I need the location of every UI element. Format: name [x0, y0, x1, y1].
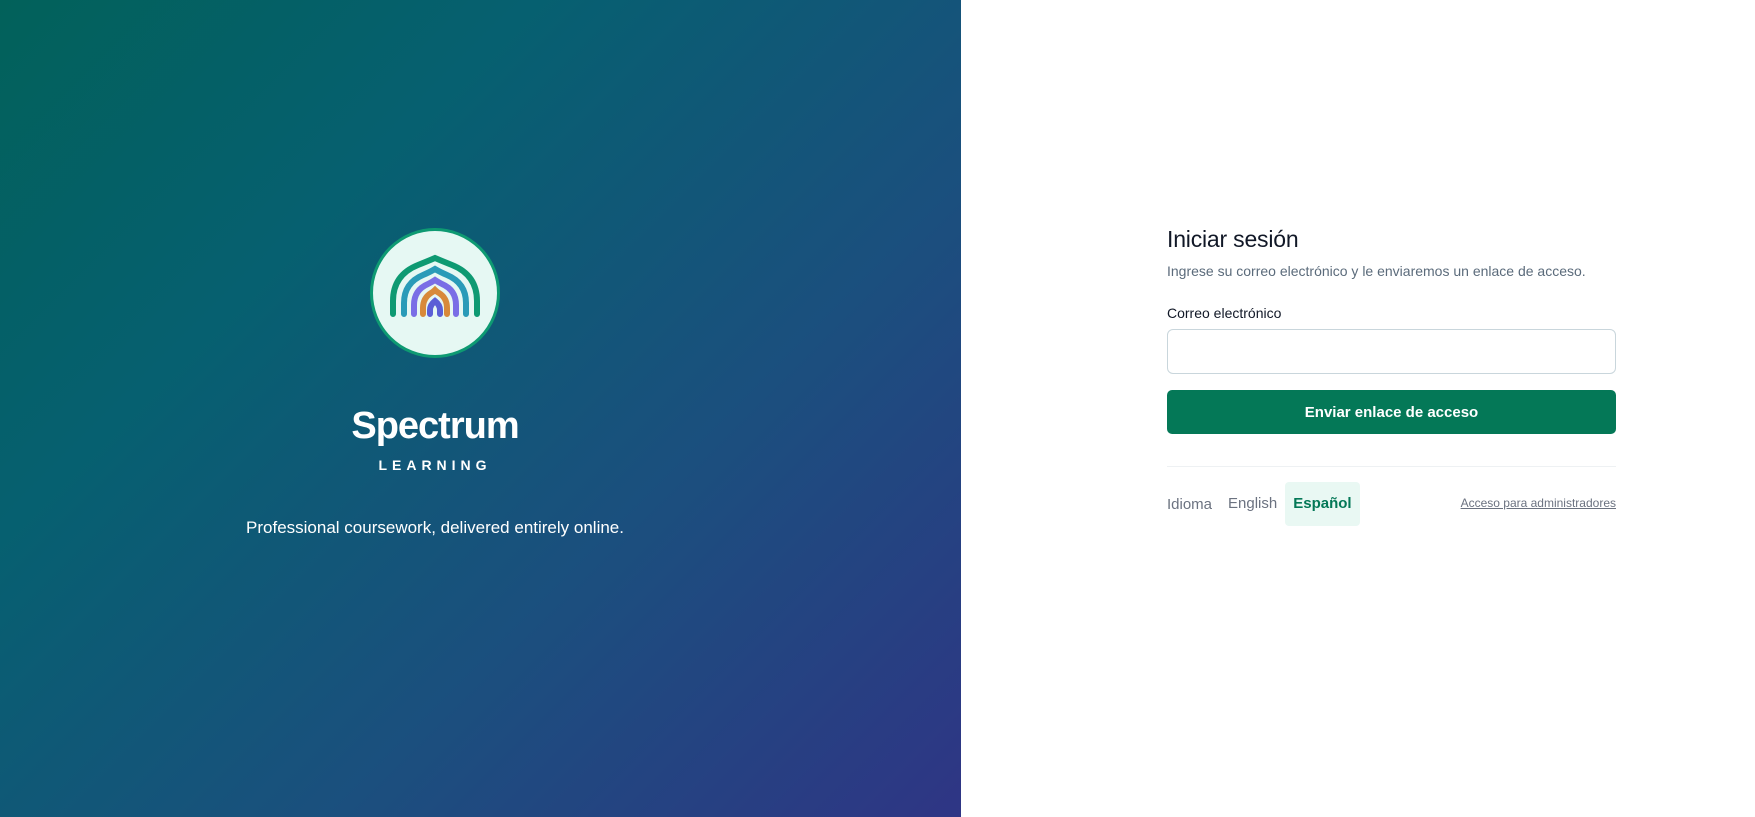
- email-field[interactable]: [1167, 329, 1616, 374]
- page-title: Iniciar sesión: [1167, 226, 1299, 252]
- logo: [370, 228, 500, 358]
- email-label: Correo electrónico: [1167, 305, 1282, 321]
- language-option-english[interactable]: English: [1220, 482, 1285, 526]
- language-option-spanish[interactable]: Español: [1285, 482, 1360, 526]
- page-subtitle: Ingrese su correo electrónico y le envia…: [1167, 263, 1586, 279]
- language-label: Idioma: [1167, 495, 1213, 513]
- admin-access-link[interactable]: Acceso para administradores: [1461, 496, 1616, 510]
- brand-name: Spectrum: [351, 405, 519, 447]
- brand-subtitle: LEARNING: [378, 457, 492, 473]
- hero-panel: Spectrum LEARNING Professional coursewor…: [0, 0, 961, 817]
- divider: [1167, 466, 1616, 467]
- rainbow-arch-icon: [390, 254, 480, 317]
- send-access-link-button[interactable]: Enviar enlace de acceso: [1167, 390, 1616, 434]
- login-panel: Iniciar sesión Ingrese su correo electró…: [1167, 226, 1616, 526]
- footer-row: Idioma English Español Acceso para admin…: [1167, 482, 1616, 526]
- brand-tagline: Professional coursework, delivered entir…: [246, 518, 624, 537]
